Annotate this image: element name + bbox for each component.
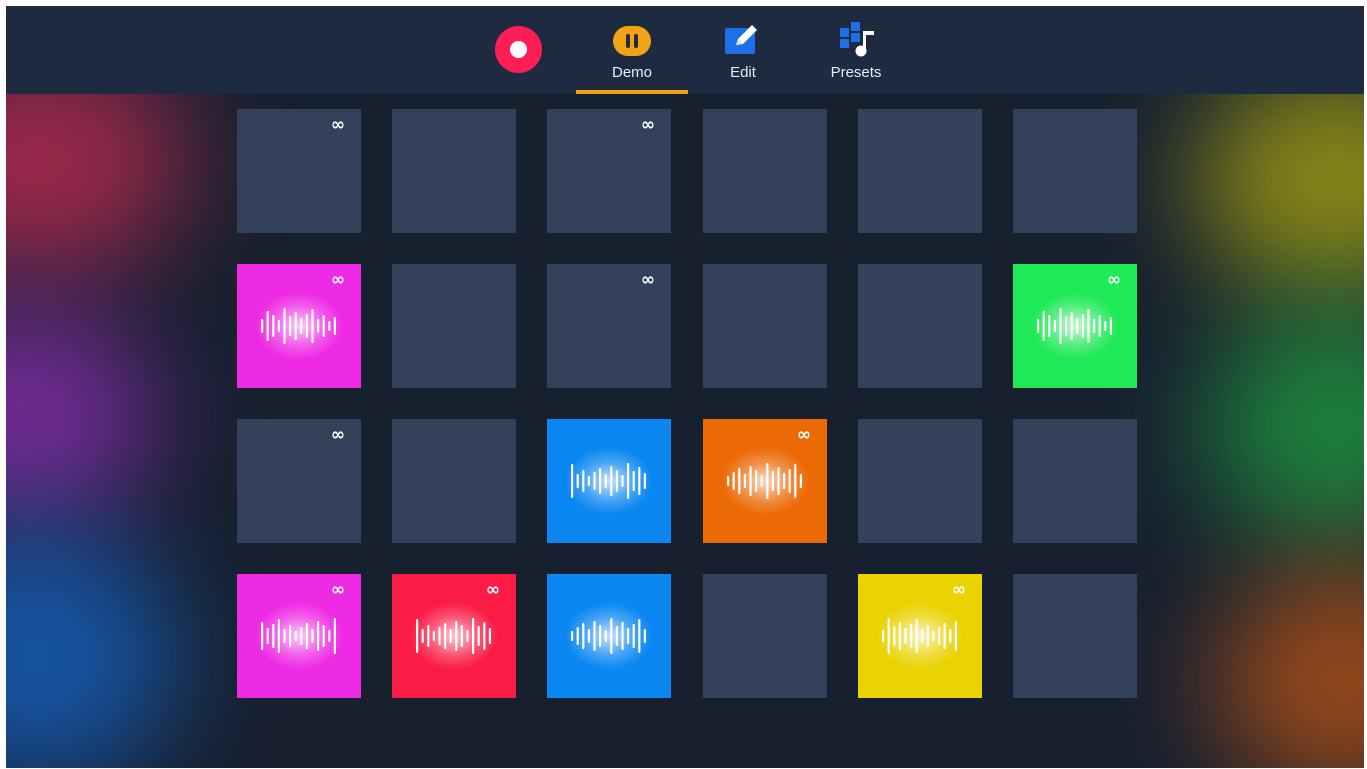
glow-orange [1216,566,1364,768]
loop-icon: ∞ [640,270,655,290]
sound-pad[interactable] [1013,419,1137,543]
record-icon [510,41,527,58]
sound-pad[interactable]: ∞ [703,419,827,543]
waveform-icon [571,463,646,499]
glow-purple [6,306,156,526]
tab-presets[interactable]: Presets [800,6,912,94]
sound-pad[interactable]: ∞ [237,574,361,698]
loop-icon: ∞ [330,270,345,290]
loop-icon: ∞ [485,580,500,600]
sound-pad[interactable]: ∞ [237,419,361,543]
sound-pad[interactable] [392,419,516,543]
sound-pad[interactable]: ∞ [1013,264,1137,388]
record-button[interactable] [495,26,542,73]
waveform-icon [261,308,336,344]
sound-pad[interactable] [547,574,671,698]
tab-demo-label: Demo [611,64,652,81]
sound-pad[interactable]: ∞ [547,264,671,388]
waveform-icon [571,618,646,654]
sound-pad[interactable]: ∞ [858,574,982,698]
top-toolbar: Demo Edit Presets [6,6,1364,94]
waveform-icon [416,618,491,654]
sound-pad[interactable] [703,574,827,698]
sound-pad[interactable] [858,109,982,233]
tab-edit-label: Edit [730,64,756,81]
loop-icon: ∞ [330,115,345,135]
loop-icon: ∞ [330,425,345,445]
sound-pad[interactable] [1013,574,1137,698]
sound-pad[interactable]: ∞ [237,264,361,388]
sound-pad[interactable] [703,264,827,388]
loop-icon: ∞ [640,115,655,135]
app-window: Demo Edit Presets ∞ ∞ ∞ ∞ ∞ ∞ ∞ ∞ ∞ ∞ [6,6,1364,768]
sound-pad[interactable] [392,264,516,388]
waveform-icon [882,618,957,654]
glow-yellow [1196,66,1364,296]
loop-icon: ∞ [796,425,811,445]
sound-pad[interactable] [858,419,982,543]
pencil-icon [725,25,757,54]
waveform-icon [727,463,802,499]
loop-icon: ∞ [330,580,345,600]
loop-icon: ∞ [951,580,966,600]
sound-pad[interactable]: ∞ [237,109,361,233]
sound-pad[interactable] [703,109,827,233]
sound-pad[interactable] [858,264,982,388]
glow-green [1206,306,1364,546]
sound-pad[interactable] [392,109,516,233]
tab-presets-label: Presets [830,64,882,81]
sound-pad[interactable] [547,419,671,543]
pause-icon [613,26,651,56]
glow-blue [6,526,176,768]
sound-pad[interactable]: ∞ [392,574,516,698]
sound-pad[interactable] [1013,109,1137,233]
presets-icon [840,22,874,57]
tab-demo[interactable]: Demo [576,6,688,94]
tab-edit[interactable]: Edit [687,6,799,94]
active-tab-indicator [576,90,688,94]
waveform-icon [1037,308,1112,344]
loop-icon: ∞ [1106,270,1121,290]
waveform-icon [261,618,336,654]
sound-pad[interactable]: ∞ [547,109,671,233]
